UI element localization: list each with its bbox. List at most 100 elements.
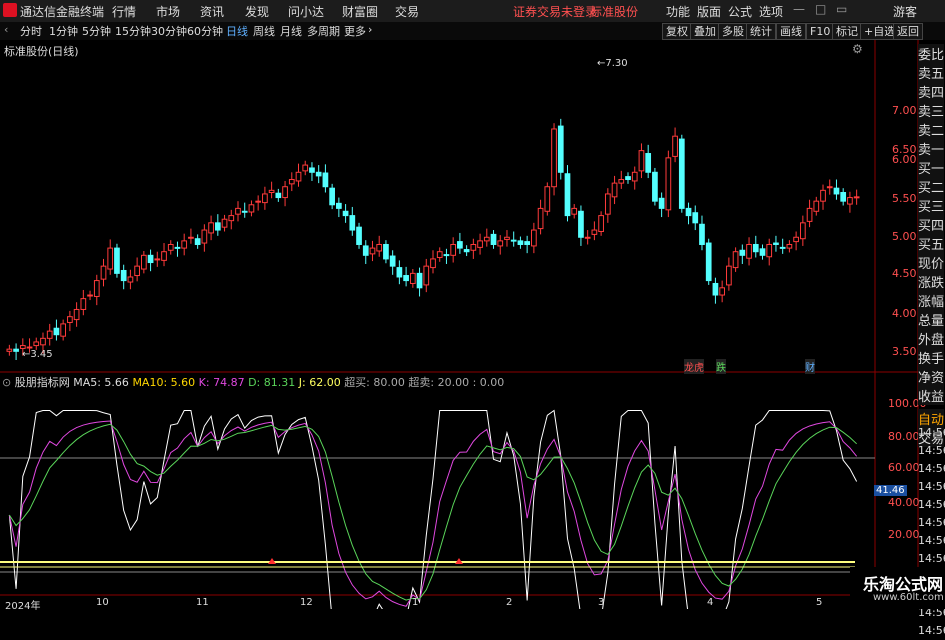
candle-body[interactable] [853,196,860,199]
candle-body[interactable] [93,280,100,297]
draw-button[interactable]: 画线 [776,23,806,40]
candle-body[interactable] [591,229,598,235]
candle-body[interactable] [262,193,268,204]
candle-body[interactable] [665,157,672,211]
candle-body[interactable] [167,243,174,251]
side-label[interactable]: 买三 [918,196,944,215]
adjust-button[interactable]: 复权 [662,23,692,40]
candle-body[interactable] [470,243,477,251]
candle-body[interactable] [692,212,699,224]
candle-body[interactable] [793,236,799,243]
candle-body[interactable] [315,171,322,177]
candle-body[interactable] [235,207,241,215]
side-label[interactable]: 总量 [918,310,944,329]
candle-body[interactable] [833,187,840,195]
tab-15min[interactable]: 15分钟 [115,23,151,39]
candle-body[interactable] [288,179,295,185]
candle-body[interactable] [403,275,409,282]
candle-body[interactable] [625,176,631,181]
candle-body[interactable] [140,254,147,270]
candle-body[interactable] [773,242,779,245]
side-label[interactable]: 外盘 [918,329,944,348]
candle-body[interactable] [329,187,335,206]
candle-body[interactable] [806,207,813,222]
tab-daily[interactable]: 日线 [226,23,248,39]
candle-body[interactable] [423,265,430,286]
candle-body[interactable] [409,272,416,284]
candle-body[interactable] [631,171,638,182]
side-label[interactable]: 换手 [918,348,944,367]
candle-body[interactable] [604,193,611,215]
tab-5min[interactable]: 5分钟 [82,23,111,39]
candle-body[interactable] [820,189,826,202]
stats-button[interactable]: 统计 [746,23,776,40]
candle-body[interactable] [268,189,275,194]
candle-body[interactable] [477,240,483,248]
menu-formula[interactable]: 公式 [728,3,752,20]
menu-news[interactable]: 资讯 [200,3,224,20]
candle-body[interactable] [154,258,161,261]
candle-body[interactable] [194,238,201,245]
candle-body[interactable] [396,267,403,278]
candle-body[interactable] [241,210,248,213]
candle-body[interactable] [120,269,127,282]
event-marker-finance[interactable]: 财 [805,359,815,374]
menu-function[interactable]: 功能 [666,3,690,20]
candle-body[interactable] [531,229,537,247]
side-label[interactable]: 卖二 [918,120,944,139]
candle-body[interactable] [255,200,262,203]
candle-body[interactable] [840,192,847,202]
candle-body[interactable] [436,251,443,258]
candle-body[interactable] [127,276,134,283]
side-label[interactable]: 卖三 [918,101,944,120]
candle-body[interactable] [786,243,793,249]
candle-body[interactable] [584,236,591,239]
candle-body[interactable] [228,215,235,222]
candle-body[interactable] [504,236,510,240]
candle-body[interactable] [389,255,396,267]
menu-trade[interactable]: 交易 [395,3,419,20]
tab-multi-period[interactable]: 多周期 [307,23,340,39]
candle-body[interactable] [46,330,53,339]
candle-body[interactable] [33,341,40,347]
mark-button[interactable]: 标记 [832,23,862,40]
candle-body[interactable] [53,327,60,336]
candle-body[interactable] [214,222,221,231]
candle-body[interactable] [356,226,362,245]
candle-body[interactable] [114,247,120,274]
event-marker-drop[interactable]: 跌 [716,359,726,374]
side-label[interactable]: 卖四 [918,82,944,101]
side-label[interactable]: 涨跌 [918,272,944,291]
side-label[interactable]: 涨幅 [918,291,944,310]
f10-button[interactable]: F10 [806,23,835,40]
menu-market[interactable]: 市场 [156,3,180,20]
candle-body[interactable] [739,249,746,256]
candle-body[interactable] [712,282,719,296]
candle-body[interactable] [362,245,369,256]
candle-body[interactable] [638,150,645,172]
side-label[interactable]: 买二 [918,177,944,196]
side-label[interactable]: 买一 [918,158,944,177]
candle-body[interactable] [517,240,524,245]
candle-body[interactable] [759,248,766,256]
tab-60min[interactable]: 60分钟 [187,23,223,39]
back-button[interactable]: 返回 [893,23,923,40]
menu-market-quotes[interactable]: 行情 [112,3,136,20]
candle-body[interactable] [557,125,564,173]
candle-body[interactable] [336,202,342,209]
candle-body[interactable] [181,240,188,249]
candle-body[interactable] [510,239,517,242]
candle-body[interactable] [685,207,692,217]
candle-body[interactable] [611,182,618,198]
candle-body[interactable] [383,243,389,260]
candle-body[interactable] [618,179,625,184]
candle-body[interactable] [571,207,578,215]
candle-body[interactable] [732,251,739,269]
side-label[interactable]: 委比 [918,44,944,63]
candle-body[interactable] [40,337,46,346]
candle-body[interactable] [746,243,752,259]
candle-body[interactable] [282,186,288,199]
candle-body[interactable] [349,215,356,231]
candle-body[interactable] [551,128,557,188]
candle-body[interactable] [847,197,853,205]
